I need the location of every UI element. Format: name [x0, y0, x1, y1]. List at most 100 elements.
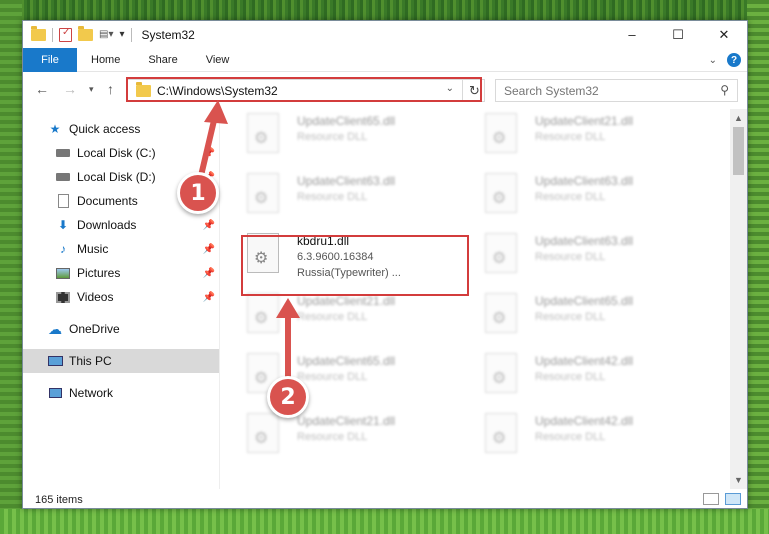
file-item[interactable]: UpdateClient63.dll Resource DLL — [479, 229, 679, 283]
window-controls: – ☐ ✕ — [609, 21, 747, 48]
cloud-icon: ☁ — [48, 320, 62, 337]
dll-file-icon — [485, 113, 517, 153]
step-1-badge: 1 — [177, 172, 219, 214]
file-name: UpdateClient65.dll — [297, 114, 396, 128]
file-name: UpdateClient21.dll — [297, 294, 396, 308]
sidebar-item-downloads[interactable]: ⬇ Downloads 📌 — [23, 213, 219, 237]
close-button[interactable]: ✕ — [701, 21, 747, 48]
quick-access-dropdown-icon[interactable]: ▾ — [119, 29, 124, 40]
file-item[interactable]: UpdateClient63.dll Resource DLL — [241, 169, 441, 223]
dll-file-icon — [485, 233, 517, 273]
scroll-up-icon[interactable]: ▲ — [734, 113, 743, 123]
separator — [52, 27, 53, 42]
sidebar-item-label: Quick access — [69, 122, 141, 136]
sidebar-item-pictures[interactable]: Pictures 📌 — [23, 261, 219, 285]
file-list: UpdateClient65.dll Resource DLL UpdateCl… — [235, 109, 730, 489]
file-type: Resource DLL — [535, 371, 606, 383]
dll-file-icon — [247, 113, 279, 153]
sidebar-item-label: Music — [77, 242, 109, 256]
tab-file[interactable]: File — [23, 47, 77, 72]
file-type: Resource DLL — [535, 191, 606, 203]
details-view-icon[interactable] — [703, 493, 719, 505]
file-type: Resource DLL — [297, 371, 368, 383]
step-2-badge: 2 — [267, 376, 309, 418]
forward-arrow-icon[interactable]: → — [63, 81, 77, 97]
dll-file-icon — [247, 173, 279, 213]
pin-icon[interactable]: 📌 — [203, 244, 215, 255]
pane-divider[interactable] — [219, 109, 220, 489]
file-type: Resource DLL — [535, 431, 606, 443]
file-item[interactable]: UpdateClient21.dll Resource DLL — [241, 409, 441, 463]
pin-icon[interactable]: 📌 — [203, 268, 215, 279]
dll-file-icon — [485, 173, 517, 213]
dll-file-icon — [247, 293, 279, 333]
file-highlight — [241, 235, 469, 296]
scrollbar-thumb[interactable] — [733, 127, 744, 175]
dll-file-icon — [485, 293, 517, 333]
sidebar-item-label: Local Disk (C:) — [77, 146, 156, 160]
file-type: Resource DLL — [297, 191, 368, 203]
separator — [130, 27, 132, 42]
dll-file-icon — [485, 413, 517, 453]
pin-icon[interactable]: 📌 — [203, 220, 215, 231]
address-bar-highlight — [126, 77, 482, 102]
sidebar-item-onedrive[interactable]: ☁ OneDrive — [23, 317, 219, 341]
network-icon — [47, 386, 63, 400]
file-name: UpdateClient42.dll — [535, 414, 634, 428]
title-bar: ▤▾ ▾ System32 – ☐ ✕ — [23, 21, 747, 48]
pin-icon[interactable]: 📌 — [203, 148, 215, 159]
navigation-pane: ★ Quick access Local Disk (C:) 📌 Local D… — [23, 109, 219, 489]
search-icon[interactable]: ⚲ — [720, 83, 729, 97]
new-folder-icon[interactable] — [78, 25, 93, 41]
scroll-down-icon[interactable]: ▼ — [734, 475, 743, 485]
documents-icon — [55, 194, 71, 208]
tab-home[interactable]: Home — [77, 54, 134, 66]
quick-access-toolbar: ▤▾ ▾ — [23, 21, 132, 48]
videos-icon — [55, 290, 71, 304]
sidebar-item-local-disk-c[interactable]: Local Disk (C:) 📌 — [23, 141, 219, 165]
file-type: Resource DLL — [297, 131, 368, 143]
vertical-scrollbar[interactable]: ▲ ▼ — [730, 109, 747, 489]
sidebar-item-videos[interactable]: Videos 📌 — [23, 285, 219, 309]
search-input[interactable] — [504, 83, 704, 98]
properties-icon[interactable] — [59, 27, 72, 42]
back-arrow-icon[interactable]: ← — [35, 81, 49, 97]
sidebar-item-music[interactable]: ♪ Music 📌 — [23, 237, 219, 261]
file-item[interactable]: UpdateClient65.dll Resource DLL — [241, 109, 441, 163]
file-name: UpdateClient63.dll — [535, 234, 634, 248]
computer-icon — [47, 354, 63, 368]
sidebar-item-label: Documents — [77, 194, 138, 208]
customize-toolbar-icon[interactable]: ▤▾ — [99, 29, 113, 40]
search-box[interactable]: ⚲ — [495, 79, 738, 102]
maximize-button[interactable]: ☐ — [655, 21, 701, 48]
sidebar-item-network[interactable]: Network — [23, 381, 219, 405]
ribbon-tabs: File Home Share View ⌄ ? — [23, 47, 747, 72]
sidebar-item-quick-access[interactable]: ★ Quick access — [23, 117, 219, 141]
sidebar-item-label: Network — [69, 386, 114, 400]
tab-view[interactable]: View — [192, 54, 244, 66]
file-name: UpdateClient63.dll — [297, 174, 396, 188]
background-grass — [0, 0, 769, 20]
help-icon[interactable]: ? — [727, 53, 741, 67]
sidebar-item-label: This PC — [69, 354, 112, 368]
expand-ribbon-icon[interactable]: ⌄ — [709, 55, 717, 66]
tiles-view-icon[interactable] — [725, 493, 741, 505]
minimize-button[interactable]: – — [609, 21, 655, 48]
file-item[interactable]: UpdateClient63.dll Resource DLL — [479, 169, 679, 223]
drive-icon — [55, 170, 71, 184]
sidebar-item-label: Pictures — [77, 266, 121, 280]
up-arrow-icon[interactable]: ↑ — [107, 81, 114, 97]
file-name: UpdateClient63.dll — [535, 174, 634, 188]
file-type: Resource DLL — [535, 251, 606, 263]
tab-share[interactable]: Share — [134, 54, 191, 66]
sidebar-item-this-pc[interactable]: This PC — [23, 349, 219, 373]
recent-locations-icon[interactable]: ▾ — [89, 84, 94, 95]
file-item[interactable]: UpdateClient65.dll Resource DLL — [479, 289, 679, 343]
dll-file-icon — [485, 353, 517, 393]
file-item[interactable]: UpdateClient42.dll Resource DLL — [479, 409, 679, 463]
pin-icon[interactable]: 📌 — [203, 292, 215, 303]
file-item[interactable]: UpdateClient42.dll Resource DLL — [479, 349, 679, 403]
drive-icon — [55, 146, 71, 160]
file-item[interactable]: UpdateClient21.dll Resource DLL — [241, 289, 441, 343]
file-item[interactable]: UpdateClient21.dll Resource DLL — [479, 109, 679, 163]
